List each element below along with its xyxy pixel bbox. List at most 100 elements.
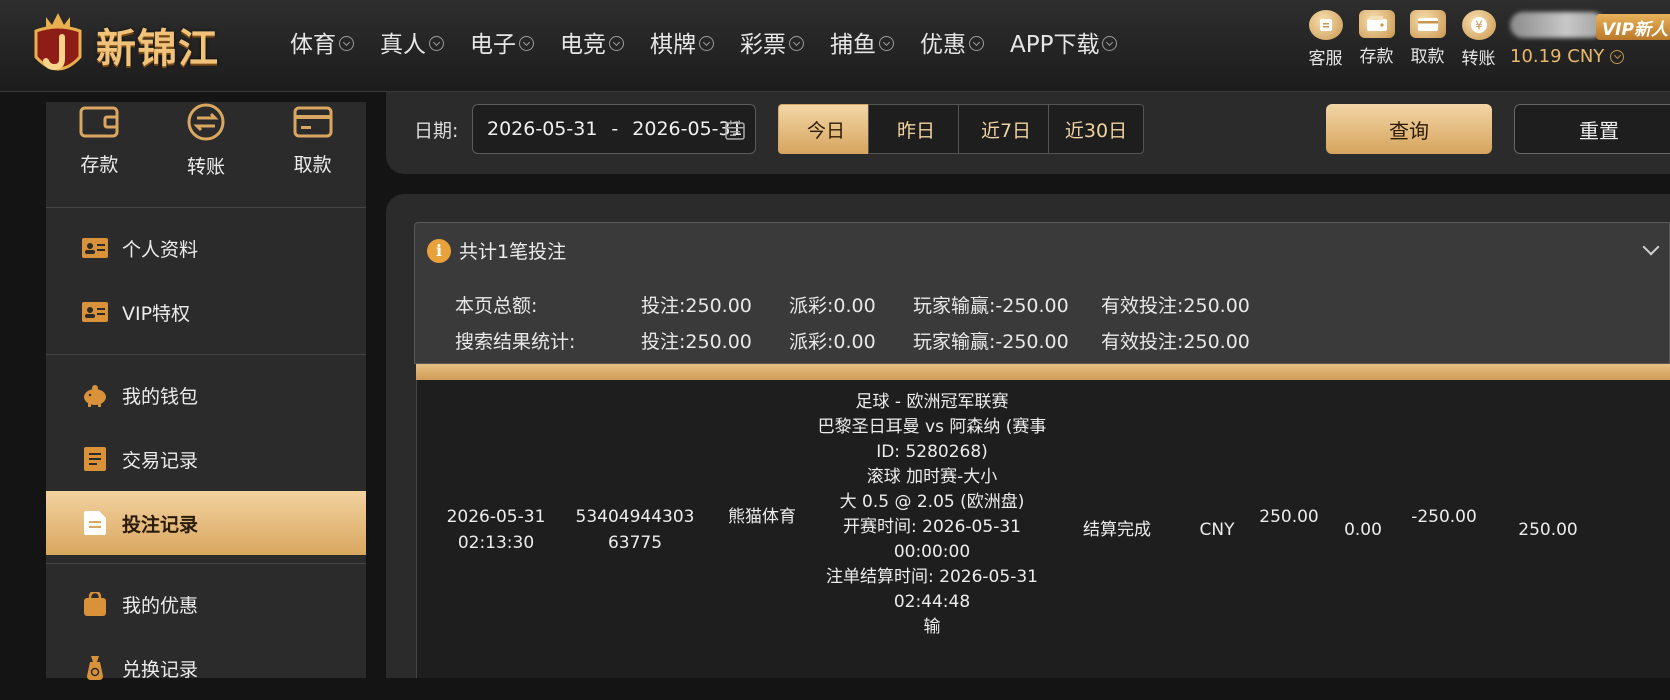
range-today-button[interactable]: 今日 (778, 104, 874, 154)
date-range-picker[interactable]: 2026-05-31 - 2026-05-31 (472, 104, 756, 154)
summary-header: i 共计1笔投注 (427, 237, 566, 264)
detail-line: 注单结算时间: 2026-05-31 02:44:48 (826, 567, 1038, 612)
quick-deposit-button[interactable]: 存款 (54, 102, 144, 207)
sidebar-item-profile[interactable]: 个人资料 (46, 216, 366, 280)
bet-time: 2026-05-31 02:13:30 (446, 507, 546, 553)
withdraw-card-icon (1409, 10, 1446, 38)
main-nav: 体育 真人 电子 电竞 棋牌 彩票 捕鱼 优惠 APP下载 (290, 22, 1143, 62)
header-deposit-button[interactable]: 存款 (1351, 10, 1402, 69)
nav-label: 电子 (470, 32, 516, 58)
quick-transfer-button[interactable]: 转账 (161, 102, 251, 207)
summary-winloss: 玩家输赢:-250.00 (913, 295, 1069, 317)
nav-label: 捕鱼 (830, 32, 876, 58)
wallet-icon (77, 102, 121, 144)
bet-valid-amount: 250.00 (1518, 520, 1578, 540)
quick-label: 存款 (80, 154, 119, 176)
chevron-down-icon (879, 35, 894, 51)
balance-value: 10.19 CNY (1510, 46, 1605, 67)
bet-detail: 足球 - 欧洲冠军联赛 巴黎圣日耳曼 vs 阿森纳 (赛事ID: 5280268… (817, 390, 1047, 640)
sidebar-item-label: 我的钱包 (122, 385, 199, 408)
sidebar-group-profile: 个人资料 VIP特权 (46, 208, 366, 355)
sidebar-item-transactions[interactable]: 交易记录 (46, 427, 366, 491)
nav-label: 真人 (380, 32, 426, 58)
nav-label: 棋牌 (650, 32, 696, 58)
chevron-down-icon (429, 35, 444, 51)
chevron-down-icon (1102, 35, 1118, 51)
chevron-down-icon (519, 35, 534, 51)
bet-amount: 250.00 (1259, 507, 1319, 527)
username-redacted (1510, 12, 1605, 38)
header-transfer-button[interactable]: ¥ 转账 (1453, 10, 1504, 69)
range-30days-button[interactable]: 近30日 (1048, 104, 1144, 154)
transfer-coin-icon: ¥ (1461, 10, 1496, 40)
range-yesterday-button[interactable]: 昨日 (868, 104, 964, 154)
nav-promotions[interactable]: 优惠 (920, 25, 984, 59)
bet-id: 5340494430363775 (575, 507, 695, 553)
chevron-down-icon[interactable] (1642, 238, 1660, 256)
sidebar-group-promotions: 我的优惠 兑换记录 (46, 564, 366, 700)
range-7days-button[interactable]: 近7日 (958, 104, 1054, 154)
sidebar-item-redemption-records[interactable]: 兑换记录 (46, 636, 366, 700)
nav-slots[interactable]: 电子 (470, 25, 534, 59)
bet-records-panel: i 共计1笔投注 本页总额: 投注:250.00 派彩:0.00 玩家输赢:-2… (386, 194, 1670, 678)
customer-service-icon (1308, 10, 1343, 40)
money-bag-icon (82, 656, 108, 680)
bet-venue: 熊猫体育 (728, 507, 796, 527)
brand-name: 新锦江 (96, 25, 219, 72)
bet-status: 结算完成 (1083, 520, 1151, 540)
quick-actions: 存款 转账 取款 (46, 102, 366, 208)
nav-label: 彩票 (740, 32, 786, 58)
sidebar-item-label: VIP特权 (122, 302, 191, 325)
transfer-icon (184, 102, 228, 146)
date-from: 2026-05-31 (487, 118, 598, 140)
nav-lottery[interactable]: 彩票 (740, 25, 804, 59)
nav-fishing[interactable]: 捕鱼 (830, 25, 894, 59)
nav-label: 体育 (290, 32, 336, 58)
chevron-down-icon (339, 35, 354, 51)
detail-line: 大 0.5 @ 2.05 (欧洲盘) (839, 492, 1025, 512)
svg-text:¥: ¥ (1475, 19, 1483, 33)
quick-label: 转账 (186, 156, 225, 178)
table-row[interactable]: 2026-05-31 02:13:30 5340494430363775 熊猫体… (416, 380, 1670, 678)
tool-label: 客服 (1308, 49, 1343, 69)
wallet-icon (1358, 10, 1395, 38)
nav-esports[interactable]: 电竞 (560, 25, 624, 59)
receipt-icon (82, 447, 108, 471)
sidebar-item-my-promotions[interactable]: 我的优惠 (46, 572, 366, 636)
detail-line: 输 (923, 617, 941, 637)
vip-card-icon (82, 300, 108, 324)
query-button[interactable]: 查询 (1326, 104, 1492, 154)
logo[interactable]: 新锦江 (26, 2, 219, 88)
profile-card-icon (82, 236, 108, 260)
reset-button[interactable]: 重置 (1514, 104, 1670, 154)
nav-app-download[interactable]: APP下载 (1010, 25, 1118, 59)
date-separator: - (611, 118, 619, 140)
summary-winloss: 玩家输赢:-250.00 (913, 331, 1069, 353)
sidebar-item-label: 投注记录 (122, 513, 199, 536)
chevron-down-icon (699, 35, 714, 51)
sidebar-item-vip[interactable]: VIP特权 (46, 280, 366, 344)
quick-withdraw-button[interactable]: 取款 (268, 102, 358, 207)
nav-cards[interactable]: 棋牌 (650, 25, 714, 59)
quick-label: 取款 (293, 154, 332, 176)
account-sidebar: 存款 转账 取款 个人资料 VIP特权 我的钱包 交易记录 投注记录 我的优惠 … (46, 102, 366, 681)
bet-win-loss: -250.00 (1411, 507, 1477, 527)
summary-row-label: 搜索结果统计: (455, 331, 576, 353)
sidebar-item-wallet[interactable]: 我的钱包 (46, 363, 366, 427)
nav-live-casino[interactable]: 真人 (380, 25, 444, 59)
card-icon (291, 102, 335, 144)
summary-row-label: 本页总额: (455, 295, 538, 317)
sidebar-group-wallet: 我的钱包 交易记录 投注记录 (46, 355, 366, 564)
nav-sports[interactable]: 体育 (290, 25, 354, 59)
detail-line: 足球 - 欧洲冠军联赛 (855, 392, 1009, 412)
bet-document-icon (82, 511, 108, 535)
sidebar-item-label: 我的优惠 (122, 594, 199, 617)
balance-display[interactable]: 10.19 CNY (1510, 46, 1625, 67)
top-header: 新锦江 体育 真人 电子 电竞 棋牌 彩票 捕鱼 优惠 APP下载 客服 存款 (0, 0, 1670, 92)
logo-crest-icon (26, 9, 90, 81)
chevron-down-icon (789, 35, 804, 51)
customer-service-button[interactable]: 客服 (1300, 10, 1351, 69)
tool-label: 存款 (1359, 47, 1394, 67)
header-withdraw-button[interactable]: 取款 (1402, 10, 1453, 69)
sidebar-item-bet-records[interactable]: 投注记录 (46, 491, 366, 555)
